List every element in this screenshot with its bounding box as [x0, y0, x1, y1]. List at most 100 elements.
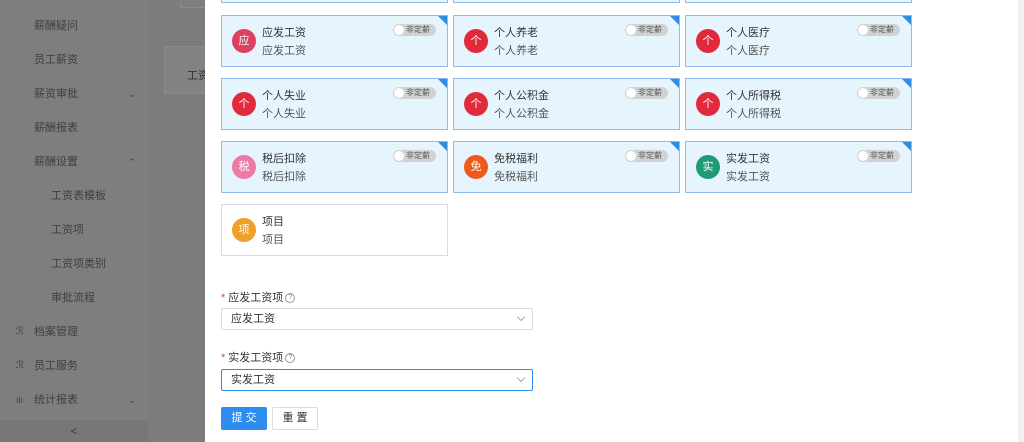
selected-corner-icon — [902, 142, 911, 151]
pay-item-tile[interactable]: 税税后扣除 税后扣除 非定薪 — [221, 141, 448, 193]
pay-item-tile[interactable]: 免免税福利 免税福利 非定薪 — [453, 141, 680, 193]
item-name: 免税福利 — [494, 153, 538, 165]
pay-item-tile[interactable]: 个个人医疗 个人医疗 非定薪 — [685, 15, 912, 67]
people-icon: ℛ — [16, 326, 24, 337]
fixed-salary-toggle[interactable]: 非定薪 — [625, 87, 668, 99]
item-name: 税后扣除 — [262, 153, 306, 165]
item-category: 个人养老 — [494, 45, 538, 57]
item-category: 实发工资 — [726, 171, 770, 183]
toggle-knob — [858, 88, 868, 98]
item-name: 实发工资 — [726, 153, 770, 165]
item-category: 个人所得税 — [726, 108, 781, 120]
collapse-sidebar-button[interactable]: < — [0, 420, 148, 442]
sidebar-item-employee-salary[interactable]: 员工薪资 — [0, 50, 148, 70]
gross-pay-label: * 应发工资项? — [221, 289, 296, 305]
help-icon[interactable]: ? — [285, 293, 296, 304]
fixed-salary-toggle[interactable]: 非定薪 — [393, 87, 436, 99]
toggle-knob — [394, 88, 404, 98]
pay-item-tile[interactable]: 项项目 项目 — [221, 204, 448, 256]
reset-button[interactable]: 重 置 — [272, 407, 318, 430]
bar-chart-icon: ılı — [16, 395, 24, 405]
sidebar-item-payroll-template[interactable]: 工资表模板 — [0, 186, 148, 206]
main-content: 工资 — [148, 0, 224, 442]
fixed-salary-toggle[interactable]: 非定薪 — [393, 150, 436, 162]
sidebar: 薪酬疑问 员工薪资 薪资审批 ⌄ 薪酬报表 薪酬设置 ⌃ 工资表模板 工资项 工资项… — [0, 0, 148, 442]
pay-item-tile[interactable]: 实实发工资 实发工资 非定薪 — [685, 141, 912, 193]
item-name: 个人失业 — [262, 90, 306, 102]
item-category: 个人医疗 — [726, 45, 770, 57]
pay-item-drawer: 应应发工资 应发工资 非定薪个个人养老 个人养老 非定薪个个人医疗 个人医疗 非定薪个个人失… — [205, 0, 1024, 442]
fixed-salary-toggle[interactable]: 非定薪 — [857, 87, 900, 99]
item-category: 个人公积金 — [494, 108, 549, 120]
item-badge-icon: 实 — [696, 155, 720, 179]
net-pay-label: * 实发工资项? — [221, 349, 296, 365]
selected-corner-icon — [438, 16, 447, 25]
item-badge-icon: 个 — [464, 92, 488, 116]
scrollbar[interactable] — [1018, 0, 1024, 442]
submit-button[interactable]: 提 交 — [221, 407, 267, 430]
item-name: 个人公积金 — [494, 90, 549, 102]
sidebar-item-pay-item-categories[interactable]: 工资项类别 — [0, 254, 148, 274]
tile-partial[interactable] — [453, 0, 680, 3]
selected-corner-icon — [902, 16, 911, 25]
toggle-knob — [626, 88, 636, 98]
sidebar-item-salary-reports[interactable]: 薪酬报表 — [0, 118, 148, 138]
help-icon[interactable]: ? — [285, 353, 296, 364]
item-name: 个人医疗 — [726, 27, 770, 39]
toggle-knob — [394, 25, 404, 35]
item-badge-icon: 应 — [232, 29, 256, 53]
sidebar-item-salary-approval[interactable]: 薪资审批 ⌄ — [0, 84, 148, 104]
selected-corner-icon — [670, 79, 679, 88]
people-icon: ℛ — [16, 360, 24, 371]
chevron-down-icon — [516, 312, 526, 322]
pay-item-tile[interactable]: 个个人养老 个人养老 非定薪 — [453, 15, 680, 67]
fixed-salary-toggle[interactable]: 非定薪 — [857, 24, 900, 36]
fixed-salary-toggle[interactable]: 非定薪 — [625, 24, 668, 36]
tile-partial[interactable] — [221, 0, 448, 3]
item-badge-icon: 个 — [464, 29, 488, 53]
selected-corner-icon — [438, 142, 447, 151]
item-name: 应发工资 — [262, 27, 306, 39]
gross-pay-select[interactable]: 应发工资 — [221, 308, 533, 330]
sidebar-item-employee-service[interactable]: ℛ 员工服务 — [0, 356, 148, 376]
selected-corner-icon — [670, 16, 679, 25]
sidebar-item-salary-settings[interactable]: 薪酬设置 ⌃ — [0, 152, 148, 172]
toggle-knob — [626, 25, 636, 35]
pay-item-tile[interactable]: 应应发工资 应发工资 非定薪 — [221, 15, 448, 67]
pay-item-tile[interactable]: 个个人所得税 个人所得税 非定薪 — [685, 78, 912, 130]
item-badge-icon: 项 — [232, 218, 256, 242]
chevron-up-icon: ⌃ — [128, 157, 136, 167]
toggle-knob — [394, 151, 404, 161]
chevron-down-icon — [516, 373, 526, 383]
item-badge-icon: 税 — [232, 155, 256, 179]
item-category: 个人失业 — [262, 108, 306, 120]
item-name: 项目 — [262, 216, 284, 228]
item-category: 免税福利 — [494, 171, 538, 183]
pay-item-tile[interactable]: 个个人失业 个人失业 非定薪 — [221, 78, 448, 130]
pay-item-tile[interactable]: 个个人公积金 个人公积金 非定薪 — [453, 78, 680, 130]
sidebar-item-archives[interactable]: ℛ 档案管理 — [0, 322, 148, 342]
item-badge-icon: 个 — [696, 29, 720, 53]
sidebar-item-salary-questions[interactable]: 薪酬疑问 — [0, 16, 148, 36]
item-category: 税后扣除 — [262, 171, 306, 183]
sidebar-item-statistics[interactable]: ılı 统计报表 ⌄ — [0, 390, 148, 410]
item-name: 个人所得税 — [726, 90, 781, 102]
fixed-salary-toggle[interactable]: 非定薪 — [857, 150, 900, 162]
sidebar-item-approval-flow[interactable]: 审批流程 — [0, 288, 148, 308]
item-badge-icon: 免 — [464, 155, 488, 179]
fixed-salary-toggle[interactable]: 非定薪 — [625, 150, 668, 162]
item-name: 个人养老 — [494, 27, 538, 39]
item-badge-icon: 个 — [696, 92, 720, 116]
tile-partial[interactable] — [685, 0, 912, 3]
chevron-down-icon: ⌄ — [128, 395, 136, 405]
toggle-knob — [858, 25, 868, 35]
toggle-knob — [858, 151, 868, 161]
selected-corner-icon — [902, 79, 911, 88]
net-pay-select[interactable]: 实发工资 — [221, 369, 533, 391]
selected-corner-icon — [670, 142, 679, 151]
sidebar-item-pay-items[interactable]: 工资项 — [0, 220, 148, 240]
fixed-salary-toggle[interactable]: 非定薪 — [393, 24, 436, 36]
selected-corner-icon — [438, 79, 447, 88]
item-category: 应发工资 — [262, 45, 306, 57]
chevron-down-icon: ⌄ — [128, 89, 136, 99]
